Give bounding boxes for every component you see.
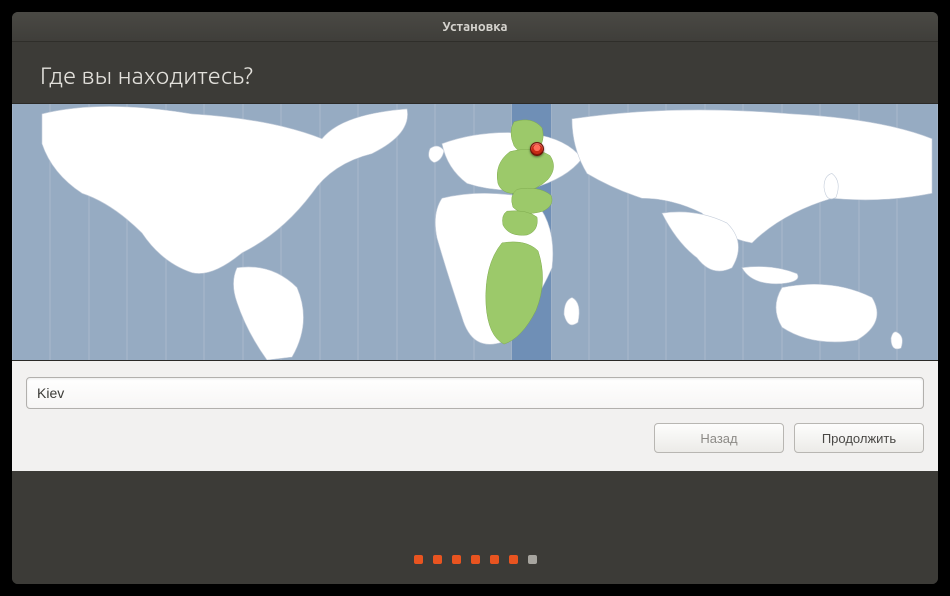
progress-dot	[490, 555, 499, 564]
buttons-row: Назад Продолжить	[26, 423, 924, 453]
heading-area: Где вы находитесь?	[12, 42, 938, 103]
progress-dot	[414, 555, 423, 564]
world-map-svg	[12, 104, 938, 360]
spacer	[12, 471, 938, 534]
installer-window: Установка Где вы находитесь?	[12, 12, 938, 584]
back-button[interactable]: Назад	[654, 423, 784, 453]
progress-dot	[528, 555, 537, 564]
progress-dot	[452, 555, 461, 564]
continue-button[interactable]: Продолжить	[794, 423, 924, 453]
location-input[interactable]	[26, 377, 924, 409]
titlebar: Установка	[12, 12, 938, 42]
progress-dot	[509, 555, 518, 564]
page-heading: Где вы находитесь?	[40, 62, 910, 89]
city-input-wrap	[26, 377, 924, 423]
lower-panel: Назад Продолжить	[12, 361, 938, 471]
location-pin-icon	[530, 142, 544, 156]
progress-dots	[12, 534, 938, 584]
timezone-map[interactable]	[12, 103, 938, 361]
window-title: Установка	[442, 20, 507, 34]
progress-dot	[471, 555, 480, 564]
progress-dot	[433, 555, 442, 564]
